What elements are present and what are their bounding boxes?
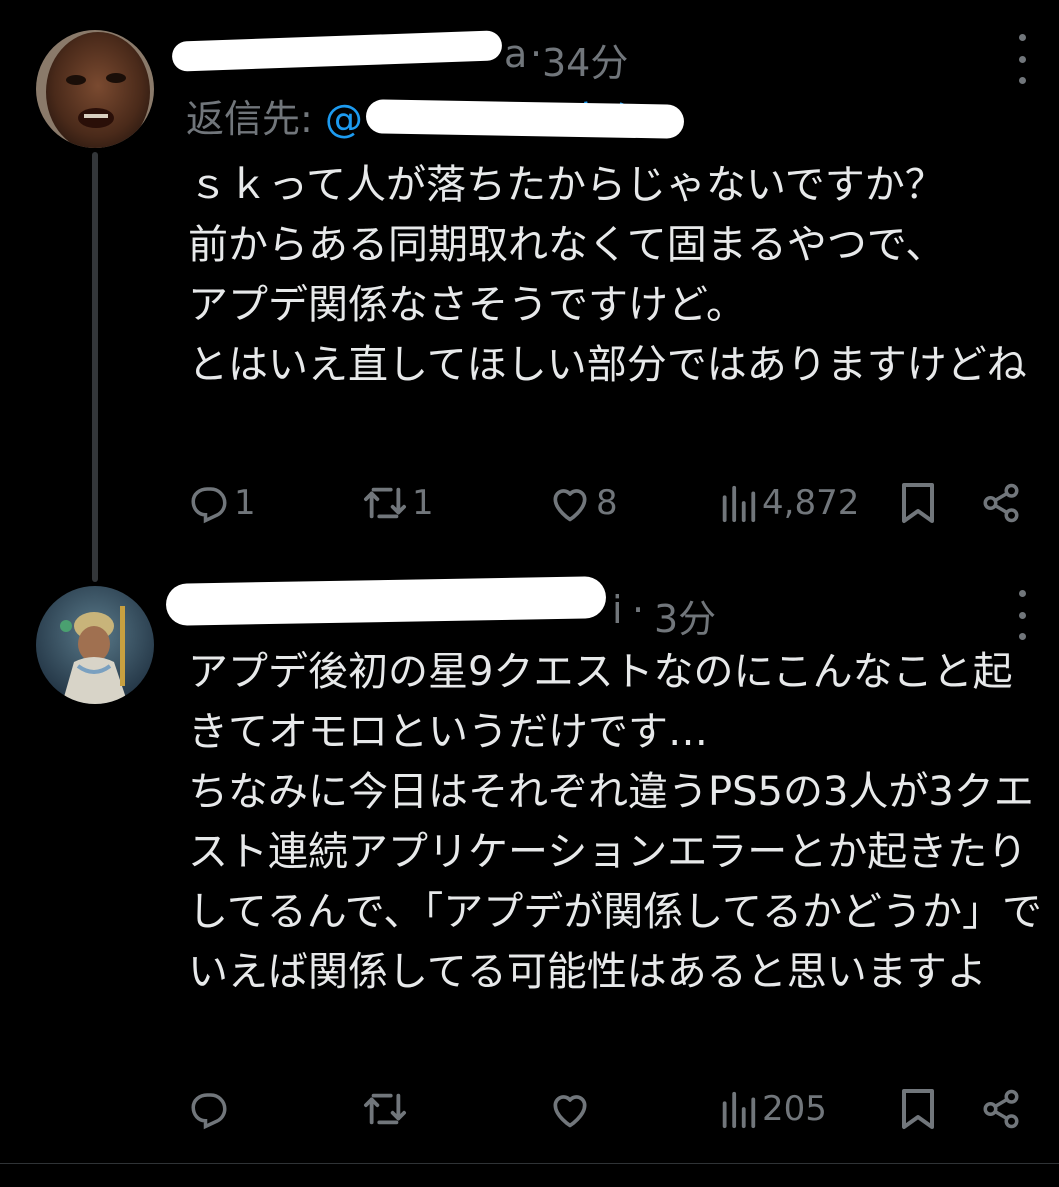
views-button[interactable]: 4,872	[718, 478, 859, 528]
retweet-button[interactable]	[362, 1084, 412, 1134]
reply-to-line: 返信先: @ さん	[186, 88, 685, 143]
views-icon	[722, 485, 756, 523]
reply-button[interactable]: 1	[188, 478, 256, 528]
reply-icon	[191, 1093, 227, 1130]
more-options-button[interactable]	[1007, 34, 1037, 84]
like-button[interactable]	[548, 1084, 596, 1134]
reply-to-label: 返信先:	[186, 97, 313, 141]
reply-button[interactable]	[188, 1084, 234, 1134]
retweet-icon	[363, 487, 406, 519]
more-dot-icon	[1018, 590, 1026, 597]
views-button[interactable]: 205	[718, 1084, 827, 1134]
share-icon	[983, 483, 1019, 523]
timestamp[interactable]: 3分	[654, 588, 716, 643]
more-dot-icon	[1018, 34, 1026, 41]
dot-separator: ·	[632, 588, 645, 632]
tweet-header: i · 3分	[165, 576, 1059, 643]
heart-icon	[553, 1095, 587, 1128]
redacted-reply-handle	[365, 99, 685, 139]
more-dot-icon	[1018, 55, 1026, 63]
views-icon	[722, 1091, 756, 1129]
reply-icon	[191, 487, 227, 524]
bookmark-button[interactable]	[900, 1084, 936, 1134]
views-count: 205	[762, 1089, 827, 1129]
display-name-fragment: i	[612, 588, 623, 632]
more-options-button[interactable]	[1007, 590, 1037, 640]
retweet-count: 1	[412, 483, 434, 523]
more-dot-icon	[1018, 611, 1026, 619]
tweet-2[interactable]: i · 3分 アプデ後初の星9クエストなのにこんなこと起きてオモロというだけです…	[0, 560, 1059, 1163]
action-bar: 205	[186, 1084, 1036, 1134]
tweet-header: a · 34分	[171, 28, 1059, 87]
bookmark-icon	[902, 1089, 934, 1129]
bookmark-button[interactable]	[900, 478, 936, 528]
share-button[interactable]	[980, 478, 1022, 528]
tweet-text: ｓｋって人が落ちたからじゃないですか？ 前からある同期取れなくて固まるやつで、 …	[188, 162, 1027, 388]
heart-icon	[553, 489, 587, 522]
timestamp[interactable]: 34分	[542, 32, 628, 87]
share-button[interactable]	[980, 1084, 1022, 1134]
tweet-divider	[0, 1163, 1059, 1164]
tweet-1[interactable]: a · 34分 返信先: @ さん ｓｋって人が落ちたからじゃないですか？ 前か…	[0, 0, 1059, 560]
dot-separator: ·	[530, 32, 543, 76]
more-dot-icon	[1018, 633, 1026, 640]
avatar[interactable]	[36, 30, 154, 148]
action-bar: 1 1 8 4,872	[186, 478, 1036, 528]
reply-to-handle[interactable]: @	[325, 97, 363, 141]
reply-count: 1	[234, 483, 256, 523]
share-icon	[983, 1089, 1019, 1129]
tweet-text: アプデ後初の星9クエストなのにこんなこと起きてオモロというだけです… ちなみに今…	[188, 649, 1042, 995]
like-button[interactable]: 8	[548, 478, 618, 528]
retweet-icon	[363, 1093, 406, 1125]
avatar[interactable]	[36, 586, 154, 704]
retweet-button[interactable]: 1	[362, 478, 434, 528]
views-count: 4,872	[762, 483, 860, 523]
display-name-fragment: a	[504, 32, 528, 76]
bookmark-icon	[902, 483, 934, 523]
more-dot-icon	[1018, 77, 1026, 84]
redacted-display-name	[171, 30, 503, 72]
redacted-display-name	[165, 576, 607, 626]
like-count: 8	[596, 483, 618, 523]
